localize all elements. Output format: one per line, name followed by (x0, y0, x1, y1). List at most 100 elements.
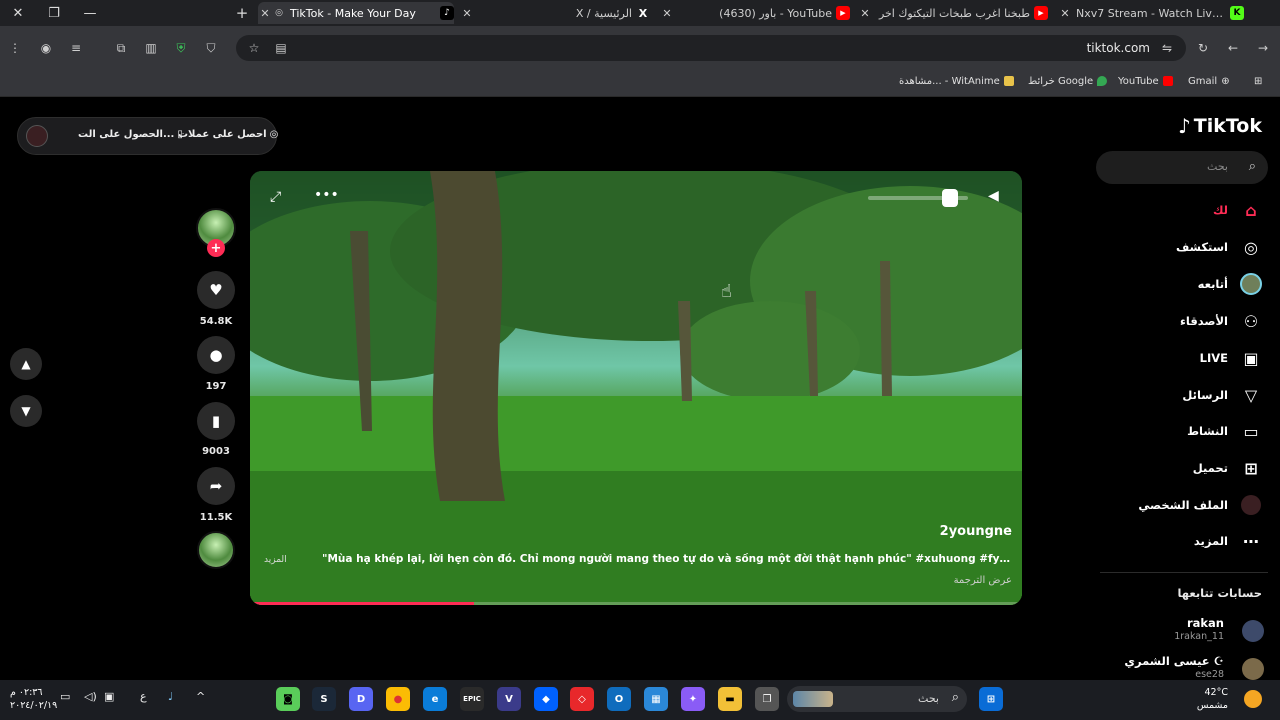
video-author[interactable]: 2youngne (940, 524, 1012, 539)
see-translation-button[interactable]: عرض الترجمة (954, 575, 1012, 586)
extension-icon[interactable]: ▥ (142, 37, 160, 59)
bookmark-youtube[interactable]: YouTube (1118, 73, 1173, 89)
share-button[interactable]: ➦ (197, 467, 235, 505)
show-hidden-icons-icon[interactable]: ^ (196, 690, 205, 703)
save-button[interactable]: ▮ (197, 402, 235, 440)
windows-taskbar (0, 680, 1280, 720)
tiktok-logo[interactable]: ♪ TikTok (1178, 114, 1262, 138)
back-icon[interactable]: ← (1224, 37, 1242, 59)
address-bar[interactable] (236, 35, 1186, 61)
outlook-icon[interactable]: O (607, 687, 631, 711)
task-view-icon[interactable]: ❐ (755, 687, 779, 711)
taskbar-search[interactable]: بحث ⌕ (787, 686, 967, 712)
anydesk-icon[interactable]: ◇ (570, 687, 594, 711)
reload-icon[interactable]: ↻ (1194, 37, 1212, 59)
app-icon[interactable]: ◙ (276, 687, 300, 711)
maps-pin-icon (1097, 76, 1108, 86)
bookmark-google-maps[interactable]: خرائط Google (1028, 73, 1108, 89)
volume-slider[interactable] (868, 189, 968, 207)
clock[interactable]: ٠٢:٣٦ م ٢٠٢٤/٠٢/١٩ (10, 686, 57, 712)
edge-icon[interactable]: e (423, 687, 447, 711)
nav-friends[interactable]: ⚇ الأصدقاء (1180, 308, 1264, 334)
bookmark-label: YouTube (1118, 75, 1159, 87)
next-video-button[interactable]: ▼ (10, 395, 42, 427)
forward-icon[interactable]: → (1254, 37, 1272, 59)
site-settings-icon[interactable]: ⇋ (1158, 37, 1176, 59)
nav-more[interactable]: ⋯ المزيد (1194, 528, 1264, 554)
follow-plus-icon[interactable]: + (207, 239, 225, 257)
nav-following[interactable]: أتابعه (1198, 271, 1264, 297)
profile-avatar-icon (1238, 493, 1264, 517)
bookmark-gmail[interactable]: Gmail ⊕ (1188, 73, 1230, 89)
weather-widget[interactable]: 42°C مشمس (1197, 686, 1228, 712)
apps-grid-icon[interactable]: ⊞ (1254, 73, 1262, 89)
search-icon[interactable]: ⌕ (1249, 159, 1256, 174)
close-window-icon[interactable]: ✕ (0, 0, 36, 26)
more-options-icon[interactable]: ••• (314, 187, 339, 203)
tab-close-icon[interactable]: ✕ (858, 7, 872, 20)
video-progress-bar[interactable] (250, 602, 1022, 605)
dropbox-icon[interactable]: ◆ (534, 687, 558, 711)
previous-video-button[interactable]: ▲ (10, 348, 42, 380)
fullscreen-icon[interactable]: ⤢ (270, 189, 281, 205)
tab-youtube-2[interactable]: ✕ طبخنا اغرب طبخات التيكتوك اخر ▶ (858, 2, 1048, 24)
restore-window-icon[interactable]: ❐ (36, 0, 72, 26)
network-icon[interactable]: ▣ (104, 690, 114, 703)
user-avatar[interactable] (26, 125, 48, 147)
get-app-button[interactable]: الحصول على الت... ▯ (78, 129, 183, 140)
translate-icon[interactable]: ▤ (272, 37, 290, 59)
tab-close-icon[interactable]: ✕ (660, 7, 674, 20)
epic-games-icon[interactable]: EPIC (460, 687, 484, 711)
discord-icon[interactable]: D (349, 687, 373, 711)
microphone-icon[interactable]: ♩ (168, 690, 173, 703)
battery-icon[interactable]: ▭ (60, 690, 70, 703)
tab-close-icon[interactable]: ✕ (1058, 7, 1072, 20)
heart-icon: ♥ (209, 281, 223, 299)
account-username: ese28 (1195, 669, 1224, 680)
comment-button[interactable]: ● (197, 336, 235, 374)
file-explorer-icon[interactable]: ▬ (718, 687, 742, 711)
copilot-icon[interactable]: ✦ (681, 687, 705, 711)
nav-upload[interactable]: ⊞ تحميل (1193, 455, 1264, 481)
profile-icon[interactable]: ◉ (37, 37, 55, 59)
nav-activity[interactable]: ▭ النشاط (1187, 418, 1264, 444)
tab-tiktok[interactable]: ✕ ◎ TikTok - Make Your Day ♪ (258, 2, 454, 24)
bookmark-star-icon[interactable]: ☆ (245, 37, 263, 59)
minimize-window-icon[interactable]: — (72, 0, 108, 26)
speaker-icon[interactable]: ◁) (84, 690, 97, 703)
url-text[interactable]: tiktok.com (1087, 41, 1150, 55)
windows-start-icon[interactable]: ⊞ (979, 687, 1003, 711)
nav-messages[interactable]: ▽ الرسائل (1182, 382, 1264, 408)
vs-icon[interactable]: V (497, 687, 521, 711)
more-caption-button[interactable]: المزيد (264, 555, 287, 565)
adblock-shield-icon[interactable]: ⛨ (172, 37, 190, 59)
nav-live[interactable]: ▣ LIVE (1200, 345, 1264, 371)
media-control-icon[interactable]: ≡ (67, 37, 85, 59)
tab-kick[interactable]: ✕ Nxv7 Stream - Watch Live on Kick K (1058, 2, 1244, 24)
tab-close-icon[interactable]: ✕ (258, 7, 272, 20)
like-button[interactable]: ♥ (197, 271, 235, 309)
nav-profile[interactable]: الملف الشخصي (1138, 492, 1264, 518)
following-account[interactable]: rakan 1rakan_11 (1092, 616, 1272, 646)
tab-x[interactable]: ✕ الرئيسية / X X (460, 2, 650, 24)
language-indicator[interactable]: ع (140, 690, 147, 703)
sound-avatar[interactable] (197, 531, 235, 569)
nav-explore[interactable]: ◎ استكشف (1176, 234, 1264, 260)
menu-dots-icon[interactable]: ⋮ (6, 37, 24, 59)
tab-close-icon[interactable]: ✕ (460, 7, 474, 20)
new-tab-icon[interactable]: + (232, 0, 252, 26)
video-player[interactable]: ⤢ ••• ◀ ☝ 2youngne المزيد "Mùa hạ khép l… (250, 171, 1022, 605)
security-shield-icon[interactable]: ⛉ (202, 37, 220, 59)
get-coins-button[interactable]: احصل على عملات ◎ (178, 129, 278, 140)
tab-youtube-1[interactable]: ✕ (4630) باور - YouTube ▶ (660, 2, 850, 24)
extensions-icon[interactable]: ⧉ (112, 37, 130, 59)
steam-icon[interactable]: S (312, 687, 336, 711)
volume-icon[interactable]: ◀ (988, 188, 999, 204)
search-input[interactable]: بحث ⌕ (1096, 151, 1268, 184)
store-icon[interactable]: ▦ (644, 687, 668, 711)
volume-knob[interactable] (942, 189, 958, 207)
logo-text: TikTok (1193, 115, 1262, 137)
bookmark-witanime[interactable]: مشاهدة... - WitAnime (899, 73, 1014, 89)
chrome-icon[interactable]: ● (386, 687, 410, 711)
nav-for-you[interactable]: ⌂ لك (1213, 197, 1264, 223)
